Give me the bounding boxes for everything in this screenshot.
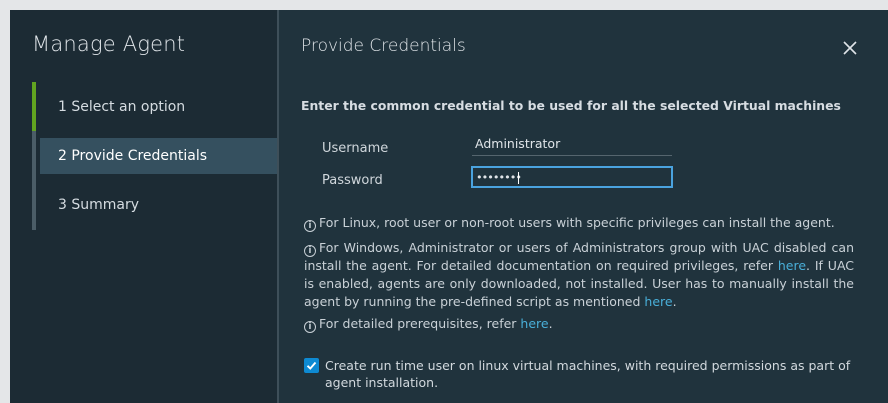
password-label: Password <box>322 173 383 188</box>
info-icon: i <box>304 245 316 257</box>
info-prereq-text: For detailed prerequisites, refer <box>319 316 517 331</box>
privileges-doc-link[interactable]: here <box>778 258 806 273</box>
runtime-user-checkbox[interactable] <box>304 358 319 373</box>
credentials-intro: Enter the common credential to be used f… <box>301 98 841 113</box>
predefined-script-link[interactable]: here <box>644 294 672 309</box>
wizard-sidebar: Manage Agent 1 Select an option 2 Provid… <box>10 10 277 403</box>
prerequisites-link[interactable]: here <box>520 316 548 331</box>
manage-agent-dialog: Manage Agent 1 Select an option 2 Provid… <box>10 10 888 403</box>
checkmark-icon <box>306 361 317 370</box>
info-windows-text-c: . <box>672 294 677 309</box>
info-icon: i <box>304 321 316 333</box>
wizard-step-provide-credentials[interactable]: 2 Provide Credentials <box>40 138 277 174</box>
username-label: Username <box>322 141 389 156</box>
panel-title: Provide Credentials <box>301 36 466 56</box>
info-windows-text-a: For Windows, Administrator or users of A… <box>304 240 854 273</box>
wizard-step-summary[interactable]: 3 Summary <box>40 187 277 223</box>
info-icon: i <box>304 220 316 232</box>
step-track-done <box>32 82 36 131</box>
password-field[interactable] <box>471 166 673 188</box>
info-linux: i For Linux, root user or non-root users … <box>304 214 854 232</box>
wizard-title: Manage Agent <box>32 32 186 56</box>
runtime-user-checkbox-label[interactable]: Create run time user on linux virtual ma… <box>325 357 865 391</box>
info-linux-text: For Linux, root user or non-root users w… <box>319 215 835 230</box>
info-windows: i For Windows, Administrator or users of … <box>304 239 854 311</box>
info-prerequisites: i For detailed prerequisites, refer here. <box>304 315 854 333</box>
username-field[interactable]: Administrator <box>472 136 672 156</box>
text-caret <box>518 172 519 184</box>
wizard-step-select-option[interactable]: 1 Select an option <box>40 89 277 125</box>
info-prereq-text-b: . <box>548 316 553 331</box>
close-icon[interactable] <box>842 40 858 56</box>
pane-divider <box>277 10 279 403</box>
